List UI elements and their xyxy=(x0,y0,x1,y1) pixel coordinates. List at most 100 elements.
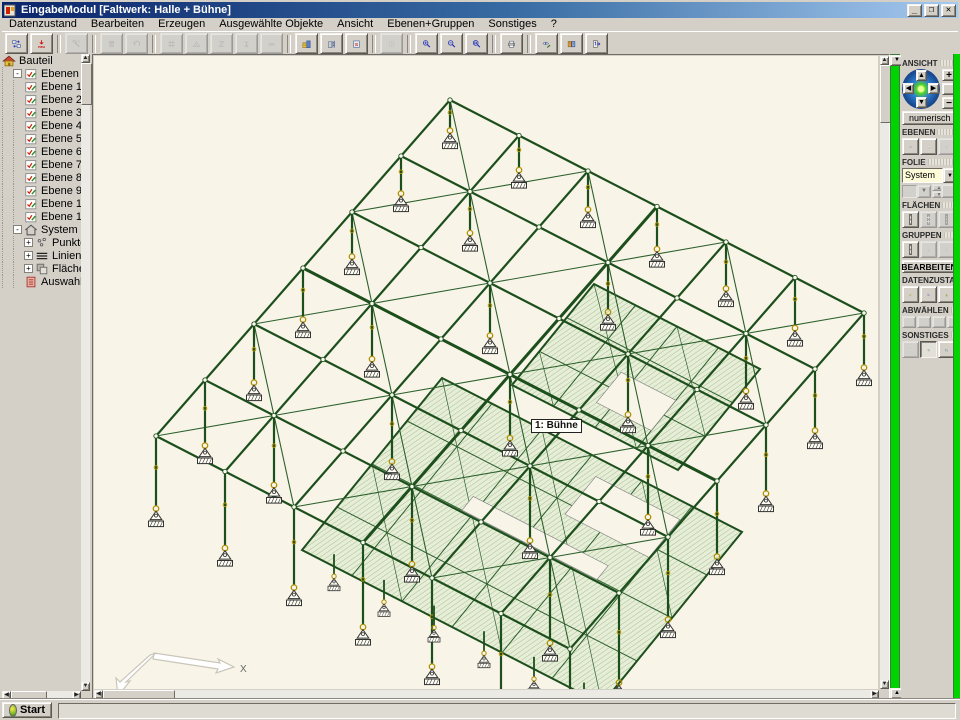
tree-item-punkte[interactable]: +Punkte xyxy=(2,236,81,249)
numerisch-button[interactable]: numerisch xyxy=(902,111,958,125)
tree-vertical-scrollbar[interactable]: ▲ ▼ xyxy=(81,54,90,691)
werkzeug-button[interactable] xyxy=(65,33,88,54)
zoom-in-button[interactable] xyxy=(415,33,438,54)
tree-item-auswahllisten[interactable]: Auswahllisten xyxy=(2,275,81,288)
model-canvas[interactable]: X Y 1: Bühne xyxy=(94,56,878,689)
tree-scroll-thumb[interactable] xyxy=(81,63,92,105)
tree-item-ebene-4-a[interactable]: Ebene 4 A xyxy=(2,119,81,132)
view-sphere[interactable]: ▲ ◀ ▶ ▼ xyxy=(902,69,940,109)
stuetzen-button[interactable] xyxy=(235,33,258,54)
scroll-left-icon[interactable]: ◀ xyxy=(94,690,103,699)
close-button[interactable]: ✕ xyxy=(941,4,956,17)
section-datenzustand: DATENZUSTAND xyxy=(902,276,960,285)
abwahl-punkt-button[interactable] xyxy=(902,316,916,328)
flaeche-edit-button[interactable] xyxy=(920,211,937,228)
traeger-button[interactable]: A xyxy=(185,33,208,54)
folie-combobox[interactable]: System ▼ xyxy=(902,168,957,183)
menu-erzeugen[interactable]: Erzeugen xyxy=(151,18,212,31)
scroll-down-icon[interactable]: ▼ xyxy=(81,682,90,691)
expander-icon[interactable]: - xyxy=(13,225,22,234)
gruppe-flaeche-button[interactable] xyxy=(902,241,919,258)
folie-sub-dropdown-icon[interactable]: ▼ xyxy=(917,185,931,198)
tree-item-ebene-5[interactable]: Ebene 5 xyxy=(2,132,81,145)
neue-liste-button[interactable]: * xyxy=(902,341,919,358)
tree-item-ebene-10[interactable]: Ebene 10 xyxy=(2,197,81,210)
tree-item-label: Ebene 6 xyxy=(41,146,81,158)
tree-item-ebene-11[interactable]: Ebene 11 xyxy=(2,210,81,223)
menu-datenzustand[interactable]: Datenzustand xyxy=(2,18,84,31)
tree-item-system[interactable]: -System xyxy=(2,223,81,236)
scroll-up-icon[interactable]: ▲ xyxy=(81,54,90,63)
darstellung-button[interactable] xyxy=(920,341,937,358)
drucken-button[interactable] xyxy=(500,33,523,54)
canvas-vertical-scrollbar[interactable]: ▲ ▼ xyxy=(880,56,889,689)
expander-icon[interactable]: + xyxy=(24,238,33,247)
raster-button[interactable] xyxy=(160,33,183,54)
bemessung-button[interactable] xyxy=(320,33,343,54)
gruppe-lager-button[interactable] xyxy=(920,241,937,258)
tree-item-bauteil[interactable]: Bauteil xyxy=(2,54,81,67)
tree-item-ebene-9[interactable]: Ebene 9 xyxy=(2,184,81,197)
docs-icon xyxy=(567,36,576,52)
tree-item-ebenen[interactable]: -Ebenen xyxy=(2,67,81,80)
dokumente-button[interactable] xyxy=(560,33,583,54)
flaeche-neu-button[interactable] xyxy=(902,211,919,228)
title-bar[interactable]: EingabeModul [Faltwerk: Halle + Bühne] _… xyxy=(2,2,958,18)
tree-item-ebene-2-e[interactable]: Ebene 2 E xyxy=(2,93,81,106)
scroll-right-icon[interactable]: ▶ xyxy=(870,690,879,699)
zoom-out-button[interactable] xyxy=(440,33,463,54)
menu-bearbeiten[interactable]: Bearbeiten xyxy=(84,18,151,31)
loeschen-button[interactable] xyxy=(100,33,123,54)
tree-item-ebene-7[interactable]: Ebene 7 xyxy=(2,158,81,171)
expander-icon[interactable]: + xyxy=(24,264,33,273)
tree-item-ebene-6[interactable]: Ebene 6 xyxy=(2,145,81,158)
beenden-button[interactable] xyxy=(585,33,608,54)
section-abwaehlen: ABWÄHLEN xyxy=(902,306,949,315)
tree-item-ebene-3[interactable]: Ebene 3 xyxy=(2,106,81,119)
panel-green-scrollbar[interactable]: ▼ ▲ xyxy=(890,54,900,700)
din-button[interactable]: DIN xyxy=(260,33,283,54)
project-tree: Bauteil-EbenenEbene 1 AEbene 2 EEbene 3E… xyxy=(2,54,81,691)
tree-item-linien[interactable]: +Linien xyxy=(2,249,81,262)
bearbeiten-button[interactable]: BEARBEITEN xyxy=(902,260,956,273)
tree-item-flächenpo[interactable]: +Flächenpo xyxy=(2,262,81,275)
schnitt-button[interactable]: S xyxy=(345,33,368,54)
rueckgaengig-button[interactable] xyxy=(125,33,148,54)
minimize-button[interactable]: _ xyxy=(907,4,922,17)
redlining-button[interactable] xyxy=(535,33,558,54)
expander-icon[interactable]: + xyxy=(24,251,33,260)
menu-ansicht[interactable]: Ansicht xyxy=(330,18,380,31)
neu-button[interactable]: neu xyxy=(30,33,53,54)
scroll-up-icon[interactable]: ▲ xyxy=(880,56,889,65)
gebaeude-button[interactable] xyxy=(295,33,318,54)
scroll-down-icon[interactable]: ▼ xyxy=(880,680,889,689)
rotate-right-icon[interactable]: ▶ xyxy=(928,83,939,94)
pruefen-button[interactable] xyxy=(920,286,937,303)
abwahl-linie-button[interactable] xyxy=(917,316,931,328)
building2-icon xyxy=(327,36,336,52)
abwahl-flaeche-button[interactable] xyxy=(932,316,946,328)
ebene-edit-button[interactable] xyxy=(920,138,937,155)
ebene-icon xyxy=(24,184,39,198)
ebene-3d-button[interactable] xyxy=(902,138,919,155)
folie-spinner[interactable]: ▲ ▼ xyxy=(932,184,941,198)
maximize-button[interactable]: ❐ xyxy=(924,4,939,17)
datenzustand-sync-button[interactable] xyxy=(5,33,28,54)
expander-icon[interactable]: - xyxy=(13,69,22,78)
toolbar-separator xyxy=(152,35,156,53)
rotate-down-icon[interactable]: ▼ xyxy=(916,97,927,108)
start-button[interactable]: Start xyxy=(2,702,52,718)
zoom-window-button[interactable] xyxy=(465,33,488,54)
rotate-up-icon[interactable]: ▲ xyxy=(916,70,927,81)
tree-item-ebene-1-a[interactable]: Ebene 1 A xyxy=(2,80,81,93)
canvas-horizontal-scrollbar[interactable]: ◀ ▶ xyxy=(94,690,879,699)
menu-ausgew-hlte-objekte[interactable]: Ausgewählte Objekte xyxy=(212,18,330,31)
menu-sonstiges[interactable]: Sonstiges xyxy=(481,18,543,31)
gelaende-button[interactable] xyxy=(210,33,233,54)
tree-item-ebene-8-a[interactable]: Ebene 8 A xyxy=(2,171,81,184)
bereinigen-button[interactable] xyxy=(902,286,919,303)
menu--[interactable]: ? xyxy=(544,18,564,31)
rotate-left-icon[interactable]: ◀ xyxy=(903,83,914,94)
fangraster-button[interactable] xyxy=(380,33,403,54)
menu-ebenen-gruppen[interactable]: Ebenen+Gruppen xyxy=(380,18,481,31)
